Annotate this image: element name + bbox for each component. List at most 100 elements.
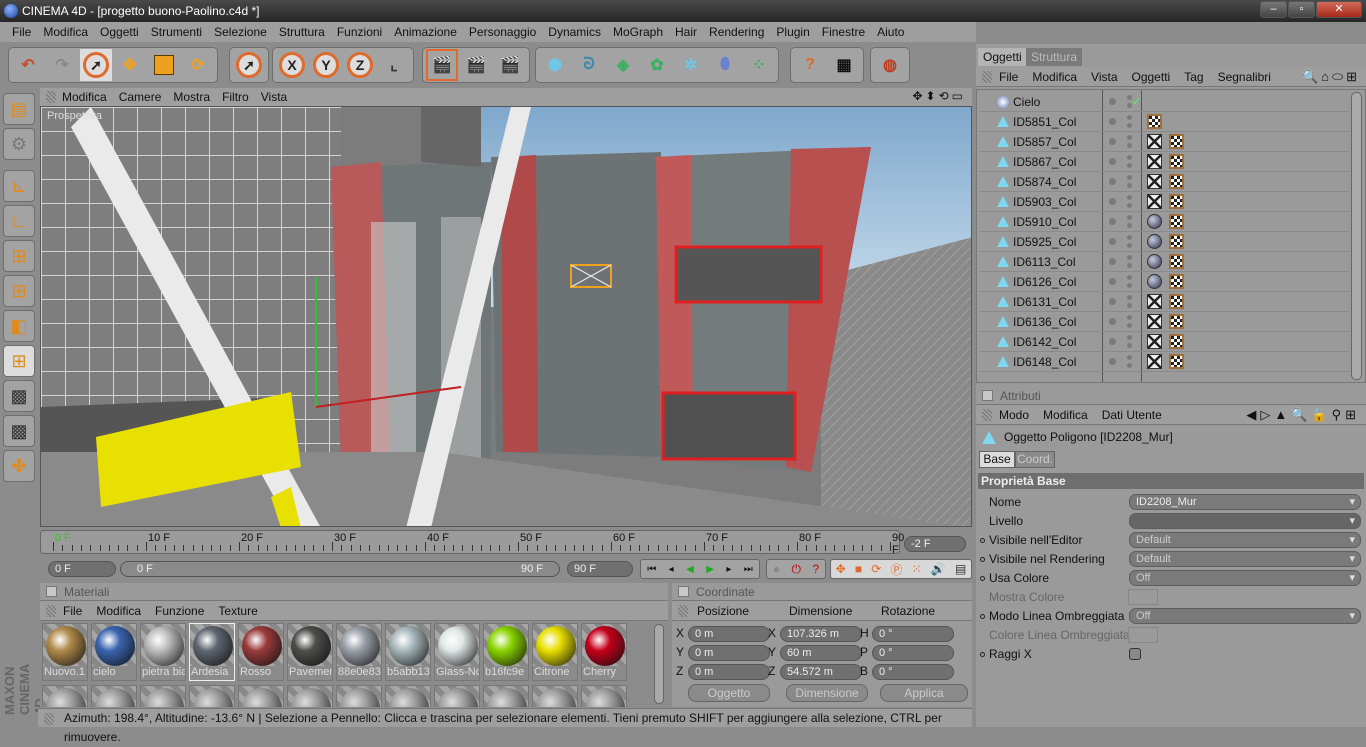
size-z-field[interactable]: 54.572 m — [780, 664, 862, 680]
texture-tag-icon[interactable] — [1169, 234, 1184, 249]
render-visibility-dot[interactable] — [1127, 275, 1132, 280]
menu-personaggio[interactable]: Personaggio — [463, 25, 542, 39]
viewport-menu-mostra[interactable]: Mostra — [167, 90, 216, 104]
texture-tag-icon[interactable] — [1169, 314, 1184, 329]
material-swatch[interactable]: b16fc9e — [483, 623, 529, 681]
modo-linea-dropdown[interactable]: Off — [1129, 608, 1361, 624]
object-row[interactable]: ID5867_Col — [979, 152, 1349, 172]
materials-menu-file[interactable]: File — [56, 604, 89, 618]
key-points-icon[interactable]: ⁙ — [912, 562, 922, 576]
size-x-field[interactable]: 107.326 m — [780, 626, 862, 642]
render-visibility-dot[interactable] — [1127, 183, 1132, 188]
editor-visibility-dot[interactable] — [1109, 238, 1116, 245]
material-swatch[interactable]: cielo — [91, 623, 137, 681]
editor-visibility-dot[interactable] — [1109, 338, 1116, 345]
rotate-icon[interactable]: ⟳ — [182, 49, 214, 81]
position-y-field[interactable]: 0 m — [688, 645, 770, 661]
undo-icon[interactable]: ↶ — [12, 49, 44, 81]
panel-toggle[interactable] — [46, 586, 57, 597]
rotation-p-field[interactable]: 0 ° — [872, 645, 954, 661]
menu-mograph[interactable]: MoGraph — [607, 25, 669, 39]
next-frame-icon[interactable]: ▸ — [726, 564, 731, 575]
vis-editor-dropdown[interactable]: Default — [1129, 532, 1361, 548]
start-frame-field[interactable]: 0 F — [48, 561, 116, 577]
texture-tag-icon[interactable] — [1147, 114, 1162, 129]
material-swatch[interactable]: Ardesia — [189, 623, 235, 681]
material-swatch[interactable] — [140, 685, 186, 707]
object-row[interactable]: ID6142_Col — [979, 332, 1349, 352]
color-swatch[interactable] — [1128, 627, 1158, 643]
keyframe-help-icon[interactable]: ? — [813, 562, 820, 576]
render-visibility-dot[interactable] — [1127, 255, 1132, 260]
editor-visibility-dot[interactable] — [1109, 278, 1116, 285]
minimize-button[interactable]: – — [1260, 1, 1287, 18]
compositing-tag-icon[interactable] — [1147, 294, 1162, 309]
select-tool-button[interactable]: ➚ — [80, 49, 112, 81]
material-swatch[interactable] — [287, 685, 333, 707]
material-swatch[interactable] — [238, 685, 284, 707]
vis-render-dropdown[interactable]: Default — [1129, 551, 1361, 567]
position-z-field[interactable]: 0 m — [688, 664, 770, 680]
coordinate-system-icon[interactable]: ⌞ — [378, 49, 410, 81]
material-swatch[interactable]: Pavemen — [287, 623, 333, 681]
compositing-tag-icon[interactable] — [1147, 134, 1162, 149]
key-scale-icon[interactable]: ■ — [855, 562, 862, 576]
material-swatch[interactable] — [385, 685, 431, 707]
move-icon[interactable]: ✥ — [114, 49, 146, 81]
render-visibility-dot[interactable] — [1127, 155, 1132, 160]
compositing-tag-icon[interactable] — [1147, 334, 1162, 349]
objects-menu-tag[interactable]: Tag — [1177, 70, 1210, 84]
objects-menu-oggetti[interactable]: Oggetti — [1125, 70, 1178, 84]
record-icon[interactable]: ● — [773, 562, 780, 576]
render-visibility-dot[interactable] — [1127, 355, 1132, 360]
objects-toolbar-icons[interactable]: 🔍⌂⬭⊞ — [1302, 69, 1360, 85]
objects-scrollbar[interactable] — [1351, 92, 1362, 380]
rotation-h-field[interactable]: 0 ° — [872, 626, 954, 642]
key-rotation-icon[interactable]: ⟳ — [871, 562, 881, 576]
axis-icon[interactable]: ∟ — [3, 205, 35, 237]
menu-modifica[interactable]: Modifica — [37, 25, 94, 39]
texture-tag-icon[interactable] — [1169, 154, 1184, 169]
apply-button[interactable]: Applica — [880, 684, 968, 702]
polygons-mode-icon[interactable]: ◧ — [3, 310, 35, 342]
object-row[interactable]: ID5874_Col — [979, 172, 1349, 192]
size-y-field[interactable]: 60 m — [780, 645, 862, 661]
render-visibility-dot[interactable] — [1127, 283, 1132, 288]
timeline-ruler[interactable]: 0 F 10 F 20 F 30 F 40 F 50 F 60 F 70 F 80 F 90 F — [40, 530, 904, 556]
materials-scrollbar[interactable] — [654, 624, 664, 704]
render-visibility-dot[interactable] — [1127, 343, 1132, 348]
y-axis-lock-button[interactable]: Y — [310, 49, 342, 81]
texture-tag-icon[interactable] — [1169, 334, 1184, 349]
object-row[interactable]: ID6131_Col — [979, 292, 1349, 312]
z-axis-lock-button[interactable]: Z — [344, 49, 376, 81]
texture-tag-icon[interactable] — [1169, 274, 1184, 289]
model-tool-icon[interactable]: ⚙ — [3, 128, 35, 160]
workplane-icon[interactable]: ▩ — [3, 415, 35, 447]
attributes-menu-dati-utente[interactable]: Dati Utente — [1095, 408, 1169, 422]
editor-visibility-dot[interactable] — [1109, 118, 1116, 125]
render-visibility-dot[interactable] — [1127, 323, 1132, 328]
object-row[interactable]: Cielo ✓ — [979, 92, 1349, 112]
position-x-field[interactable]: 0 m — [688, 626, 770, 642]
cube-icon[interactable]: ⬢ — [539, 49, 571, 81]
viewport-menu-filtro[interactable]: Filtro — [216, 90, 255, 104]
material-swatch[interactable] — [434, 685, 480, 707]
objects-menu-segnalibri[interactable]: Segnalibri — [1211, 70, 1278, 84]
compositing-tag-icon[interactable] — [1147, 314, 1162, 329]
compositing-tag-icon[interactable] — [1147, 174, 1162, 189]
render-visibility-dot[interactable] — [1127, 263, 1132, 268]
render-visibility-dot[interactable] — [1127, 243, 1132, 248]
layout-icon[interactable]: ▤ — [3, 93, 35, 125]
object-row[interactable]: ID5925_Col — [979, 232, 1349, 252]
texture-tag-icon[interactable] — [1169, 174, 1184, 189]
menu-file[interactable]: File — [6, 25, 37, 39]
edges-mode-icon[interactable]: ⊞ — [3, 275, 35, 307]
render-visibility-dot[interactable] — [1127, 195, 1132, 200]
texture-tag-icon[interactable] — [1169, 354, 1184, 369]
spline-icon[interactable]: ᘐ — [573, 49, 605, 81]
scale-icon[interactable] — [148, 49, 180, 81]
object-row[interactable]: ID5857_Col — [979, 132, 1349, 152]
editor-visibility-dot[interactable] — [1109, 198, 1116, 205]
object-row[interactable]: ID6136_Col — [979, 312, 1349, 332]
menu-aiuto[interactable]: Aiuto — [871, 25, 910, 39]
